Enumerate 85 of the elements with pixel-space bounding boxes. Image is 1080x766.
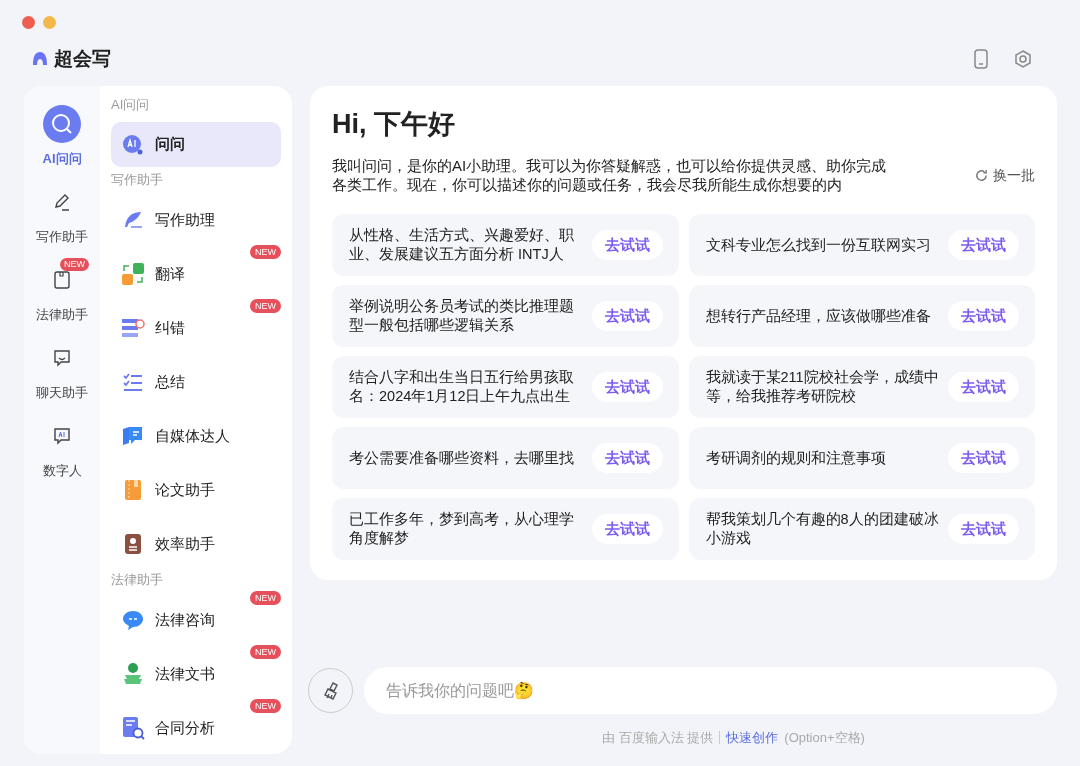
rail-tab[interactable]: AI问问: [27, 98, 97, 176]
chat-bubble-icon: [122, 609, 144, 631]
app-title: 超会写: [54, 46, 111, 71]
new-badge: NEW: [250, 699, 281, 713]
suggestion-text: 从性格、生活方式、兴趣爱好、职业、发展建议五方面分析 INTJ人: [349, 226, 575, 264]
quick-create-link[interactable]: 快速创作: [726, 728, 779, 748]
document-search-icon: [121, 716, 145, 740]
new-badge: NEW: [250, 299, 281, 313]
try-button[interactable]: 去试试: [591, 301, 663, 331]
try-button[interactable]: 去试试: [591, 372, 663, 402]
menu-item[interactable]: NEW 合同分析: [111, 701, 281, 754]
new-badge: NEW: [250, 245, 281, 259]
menu-item[interactable]: 自媒体达人: [111, 409, 281, 463]
section-heading: 法律助手: [111, 571, 164, 589]
menu-item[interactable]: 论文助手: [111, 463, 281, 517]
provider-text: 由 百度输入法 提供: [602, 729, 714, 747]
input-field[interactable]: 告诉我你的问题吧🤔: [364, 667, 1057, 714]
intro-text: 我叫问问，是你的AI小助理。我可以为你答疑解惑，也可以给你提供灵感、助你完成各类工作。现在，你可以描述你的问题或任务，我会尽我所能生成你想要的内: [332, 156, 888, 194]
new-badge: NEW: [60, 258, 89, 271]
shortcut-hint: (Option+空格): [784, 729, 865, 747]
checklist-icon: [122, 372, 144, 392]
pen-icon: [52, 192, 72, 213]
rail-tab[interactable]: 写作助手: [27, 176, 97, 254]
chat-icon: [52, 348, 72, 369]
suggestion-card[interactable]: 结合八字和出生当日五行给男孩取名：2024年1月12日上午九点出生 去试试: [332, 356, 679, 418]
menu-item[interactable]: 效率助手: [111, 517, 281, 571]
suggestion-text: 考公需要准备哪些资料，去哪里找: [349, 448, 575, 468]
greeting-heading: Hi, 下午好: [332, 108, 456, 141]
phone-icon[interactable]: [974, 49, 988, 69]
quill-icon: [122, 209, 144, 231]
rail-tab[interactable]: 聊天助手: [27, 332, 97, 410]
suggestion-card[interactable]: 从性格、生活方式、兴趣爱好、职业、发展建议五方面分析 INTJ人 去试试: [332, 214, 679, 276]
suggestion-card[interactable]: 考公需要准备哪些资料，去哪里找 去试试: [332, 427, 679, 489]
suggestion-card[interactable]: 想转行产品经理，应该做哪些准备 去试试: [688, 285, 1035, 347]
try-button[interactable]: 去试试: [591, 230, 663, 260]
minimize-button[interactable]: [43, 16, 56, 29]
refresh-button[interactable]: 换一批: [974, 164, 1035, 186]
suggestion-card[interactable]: 文科专业怎么找到一份互联网实习 去试试: [688, 214, 1035, 276]
translate-icon: [121, 262, 145, 286]
notebook-icon: [122, 533, 144, 555]
person-icon: [121, 662, 145, 686]
new-badge: NEW: [250, 645, 281, 659]
new-badge: NEW: [250, 591, 281, 605]
suggestion-card[interactable]: 举例说明公务员考试的类比推理题型一般包括哪些逻辑关系 去试试: [332, 285, 679, 347]
menu-item[interactable]: NEW 纠错: [111, 301, 281, 355]
suggestion-text: 结合八字和出生当日五行给男孩取名：2024年1月12日上午九点出生: [349, 368, 575, 406]
menu-item[interactable]: NEW 法律咨询: [111, 593, 281, 647]
ai-search-icon: [43, 105, 81, 144]
suggestion-card[interactable]: 我就读于某211院校社会学，成绩中等，给我推荐考研院校 去试试: [688, 356, 1035, 418]
suggestion-text: 举例说明公务员考试的类比推理题型一般包括哪些逻辑关系: [349, 297, 575, 335]
menu-item[interactable]: NEW 翻译: [111, 247, 281, 301]
section-heading: AI问问: [111, 96, 151, 114]
suggestion-card[interactable]: 帮我策划几个有趣的8人的团建破冰小游戏 去试试: [688, 498, 1035, 560]
rail-tab[interactable]: NEW 法律助手: [27, 254, 97, 332]
try-button[interactable]: 去试试: [591, 443, 663, 473]
suggestion-text: 考研调剂的规则和注意事项: [705, 448, 887, 468]
menu-item[interactable]: NEW 法律文书: [111, 647, 281, 701]
try-button[interactable]: 去试试: [948, 443, 1019, 473]
logo-icon: [32, 51, 48, 67]
suggestion-card[interactable]: 考研调剂的规则和注意事项 去试试: [688, 427, 1035, 489]
settings-icon[interactable]: [1014, 50, 1032, 68]
ai-search-icon: [122, 133, 144, 156]
try-button[interactable]: 去试试: [948, 230, 1019, 260]
book-icon: [52, 270, 72, 291]
suggestion-text: 文科专业怎么找到一份互联网实习: [705, 235, 932, 255]
notebook-icon: [122, 479, 144, 501]
close-button[interactable]: [22, 16, 35, 29]
rail-tab[interactable]: 数字人: [27, 410, 97, 488]
suggestion-text: 想转行产品经理，应该做哪些准备: [705, 306, 932, 326]
try-button[interactable]: 去试试: [948, 301, 1019, 331]
menu-item[interactable]: 问问: [111, 122, 281, 167]
refresh-icon: [974, 167, 989, 183]
menu-item[interactable]: 写作助理: [111, 193, 281, 247]
menu-item[interactable]: 总结: [111, 355, 281, 409]
suggestion-text: 已工作多年，梦到高考，从心理学角度解梦: [349, 510, 575, 548]
book-chat-icon: [122, 425, 144, 447]
document-check-icon: [121, 317, 145, 339]
section-heading: 写作助手: [111, 171, 164, 189]
try-button[interactable]: 去试试: [948, 372, 1019, 402]
try-button[interactable]: 去试试: [948, 514, 1019, 544]
suggestion-card[interactable]: 已工作多年，梦到高考，从心理学角度解梦 去试试: [332, 498, 679, 560]
suggestion-text: 帮我策划几个有趣的8人的团建破冰小游戏: [705, 510, 940, 548]
ai-chat-icon: [52, 426, 72, 447]
suggestion-text: 我就读于某211院校社会学，成绩中等，给我推荐考研院校: [705, 368, 940, 406]
try-button[interactable]: 去试试: [591, 514, 663, 544]
